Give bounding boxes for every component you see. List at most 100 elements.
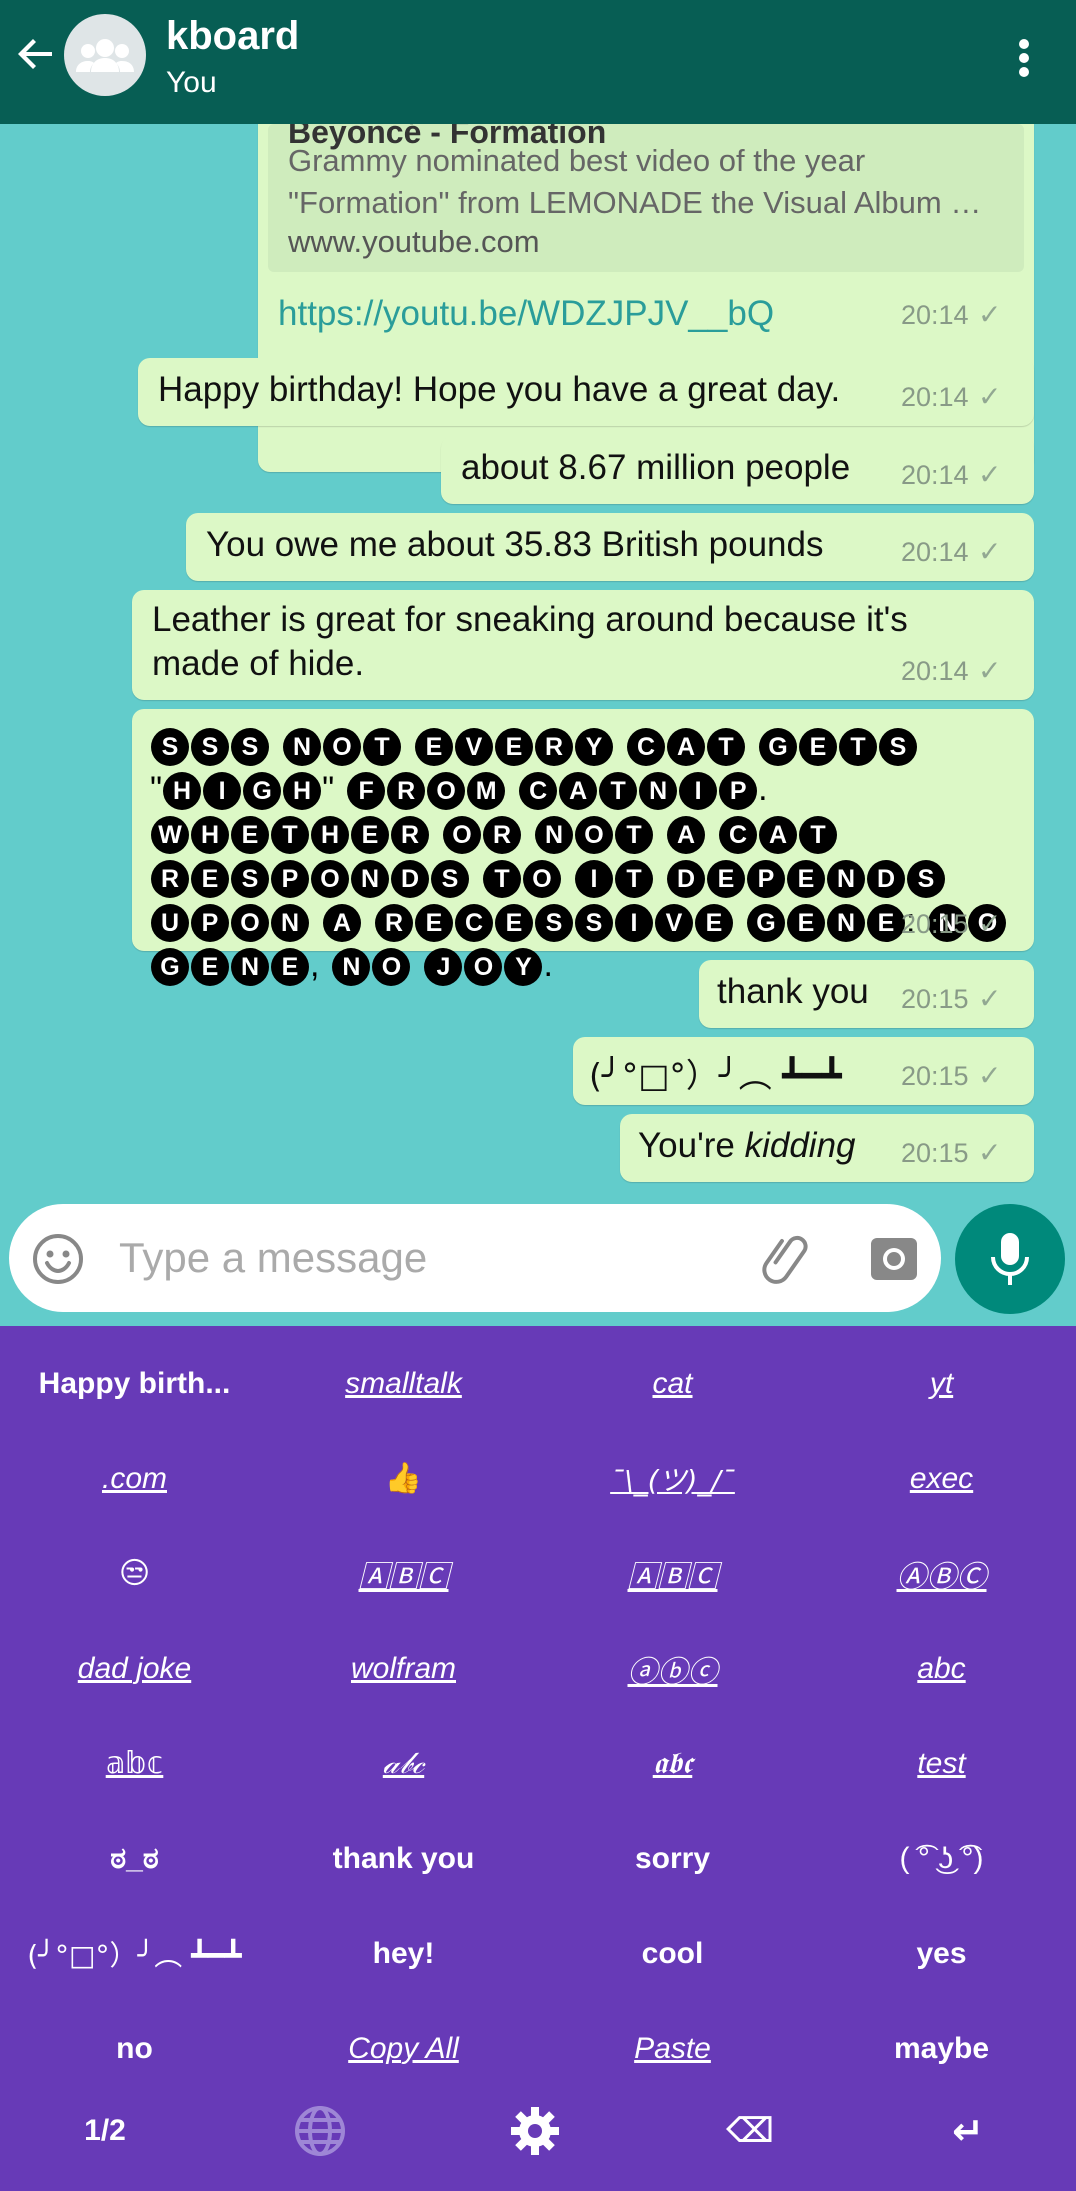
punctuation: ": [150, 770, 163, 808]
snippet-key[interactable]: test: [807, 1716, 1076, 1811]
snippet-key[interactable]: yt: [807, 1336, 1076, 1431]
snippet-key[interactable]: hey!: [269, 1906, 538, 2001]
read-check-icon: ✓: [978, 381, 1002, 412]
message-bubble[interactable]: You're kidding 20:15 ✓: [620, 1114, 1034, 1182]
circled-letter: P: [747, 860, 785, 899]
circled-letter: D: [391, 860, 429, 899]
snippet-key[interactable]: abc: [807, 1621, 1076, 1716]
message-bubble[interactable]: You owe me about 35.83 British pounds 20…: [186, 513, 1034, 581]
snippet-key[interactable]: 👍: [269, 1431, 538, 1526]
snippet-key[interactable]: sorry: [538, 1811, 807, 1906]
circled-letter: E: [351, 816, 389, 855]
circled-word: CAT: [718, 811, 838, 855]
snippet-key[interactable]: ⓐⓑⓒ: [538, 1621, 807, 1716]
snippet-key[interactable]: ( ͡° ͜ʖ ͡°): [807, 1811, 1076, 1906]
back-arrow-icon[interactable]: [12, 30, 60, 78]
circled-word: OR: [442, 811, 522, 855]
message-bubble[interactable]: (╯°□°）╯︵ ┻━┻ 20:15 ✓: [573, 1037, 1034, 1105]
circled-letter: C: [627, 728, 665, 767]
chat-title[interactable]: kboard: [166, 14, 299, 59]
circled-word: IT: [574, 855, 654, 899]
snippet-key[interactable]: 🄰🄱🄲: [538, 1526, 807, 1621]
circled-letter: M: [467, 772, 506, 811]
snippet-key[interactable]: cool: [538, 1906, 807, 2001]
circled-letter: S: [191, 728, 229, 767]
message-text: You owe me about 35.83 British pounds: [206, 525, 824, 564]
snippet-key[interactable]: thank you: [269, 1811, 538, 1906]
circled-letter: A: [667, 816, 705, 855]
circled-letter: V: [655, 904, 693, 943]
circled-word: A: [666, 811, 706, 855]
snippet-key[interactable]: Copy All: [269, 2001, 538, 2096]
circled-letter: I: [615, 904, 653, 943]
snippet-key[interactable]: 𝕒𝕓𝕔: [0, 1716, 269, 1811]
snippet-key[interactable]: (╯°□°）╯︵ ┻━┻: [0, 1906, 269, 2001]
message-bubble-circled[interactable]: S S S N O T E V E R Y C A T G E T S" H I G H " F R O M C A T N I P .W H E T H…: [132, 709, 1034, 987]
circled-letter: U: [151, 904, 189, 943]
circled-letter: O: [443, 816, 481, 855]
snippet-key[interactable]: smalltalk: [269, 1336, 538, 1431]
message-bubble[interactable]: about 8.67 million people 20:14 ✓: [441, 436, 1034, 504]
message-text-line2: made of hide.: [152, 644, 365, 683]
snippet-key[interactable]: no: [0, 2001, 269, 2096]
circled-letter: O: [464, 948, 503, 987]
snippet-key[interactable]: yes: [807, 1906, 1076, 2001]
voice-record-button[interactable]: [955, 1204, 1065, 1314]
snippet-key[interactable]: Paste: [538, 2001, 807, 2096]
circled-letter: S: [907, 860, 945, 899]
microphone-icon: [991, 1233, 1029, 1285]
message-text: thank you: [717, 972, 869, 1011]
message-input-bar[interactable]: Type a message: [9, 1204, 941, 1312]
more-options-icon[interactable]: [1004, 34, 1044, 82]
punctuation: ,: [310, 946, 320, 984]
snippet-key[interactable]: ಠ_ಠ: [0, 1811, 269, 1906]
snippet-key[interactable]: exec: [807, 1431, 1076, 1526]
message-input[interactable]: Type a message: [119, 1234, 427, 1282]
circled-letter: E: [191, 860, 229, 899]
circled-word: A: [322, 899, 362, 943]
snippet-key[interactable]: maybe: [807, 2001, 1076, 2096]
circled-letter: G: [243, 772, 282, 811]
message-bubble[interactable]: Leather is great for sneaking around bec…: [132, 590, 1034, 700]
chat-area[interactable]: Beyoncé - Formation Grammy nominated bes…: [0, 124, 1076, 1200]
message-time: 20:15: [901, 1061, 969, 1091]
snippet-key[interactable]: 🄰🄱🄲: [269, 1526, 538, 1621]
emoji-icon[interactable]: [31, 1232, 85, 1286]
attach-icon[interactable]: [761, 1230, 817, 1286]
snippet-key[interactable]: ¯\_(ツ)_/¯: [538, 1431, 807, 1526]
settings-key[interactable]: [430, 2081, 640, 2181]
snippet-key[interactable]: 𝖆𝖇𝖈: [538, 1716, 807, 1811]
circled-letter: Y: [575, 728, 613, 767]
message-bubble[interactable]: thank you 20:15 ✓: [699, 960, 1034, 1028]
snippet-key[interactable]: .com: [0, 1431, 269, 1526]
enter-key[interactable]: ↵: [860, 2081, 1076, 2181]
read-check-icon: ✓: [978, 536, 1002, 567]
page-indicator-key[interactable]: 1/2: [0, 2081, 210, 2181]
circled-letter: Y: [504, 948, 543, 987]
message-bubble[interactable]: Happy birthday! Hope you have a great da…: [138, 358, 1034, 426]
snippet-key[interactable]: dad joke: [0, 1621, 269, 1716]
snippet-key[interactable]: ⒶⒷⒸ: [807, 1526, 1076, 1621]
snippet-keyboard: 1/2 ⌫ ↵ Happy birth... smalltalk cat yt …: [0, 1326, 1076, 2191]
snippet-key[interactable]: 𝒶𝒷𝒸: [269, 1716, 538, 1811]
snippet-key[interactable]: wolfram: [269, 1621, 538, 1716]
backspace-key[interactable]: ⌫: [640, 2081, 860, 2181]
circled-word: GENE:: [746, 899, 915, 943]
snippet-key[interactable]: 😒: [0, 1526, 269, 1621]
circled-letter: C: [519, 772, 558, 811]
snippet-key[interactable]: Happy birth...: [0, 1336, 269, 1431]
circled-letter: E: [787, 860, 825, 899]
circled-letter: N: [283, 728, 321, 767]
globe-key[interactable]: [210, 2081, 430, 2181]
message-text: about 8.67 million people: [461, 448, 851, 487]
group-avatar[interactable]: [64, 14, 146, 96]
link-url[interactable]: https://youtu.be/WDZJPJV__bQ: [278, 294, 774, 334]
circled-word: NOT: [534, 811, 654, 855]
snippet-key[interactable]: cat: [538, 1336, 807, 1431]
circled-letter: G: [747, 904, 785, 943]
link-preview-card[interactable]: Beyoncé - Formation Grammy nominated bes…: [268, 124, 1024, 272]
circled-letter: E: [867, 904, 905, 943]
circled-word: GETS: [758, 723, 918, 767]
camera-icon[interactable]: [867, 1232, 921, 1286]
circled-letter: E: [495, 728, 533, 767]
